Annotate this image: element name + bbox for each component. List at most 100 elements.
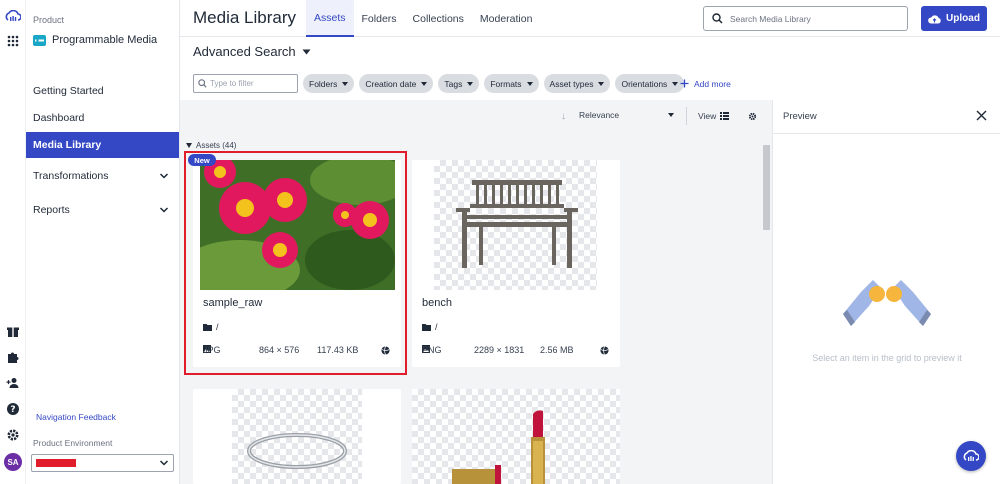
cloud-upload-icon	[928, 14, 941, 23]
preview-empty-text: Select an item in the grid to preview it	[812, 353, 962, 363]
caret-down-icon	[672, 81, 679, 86]
apps-grid-icon[interactable]	[6, 34, 20, 48]
asset-card-bracelet[interactable]	[193, 389, 401, 484]
product-switcher[interactable]: Programmable Media	[33, 34, 157, 46]
asset-thumbnail-lipstick	[412, 389, 620, 484]
sort-label: Relevance	[579, 110, 620, 120]
sidebar-item-label: Reports	[33, 204, 70, 216]
tab-folders[interactable]: Folders	[354, 0, 405, 37]
view-label: View	[698, 111, 717, 121]
gear-icon[interactable]	[6, 428, 20, 442]
caret-down-icon	[342, 81, 349, 86]
filter-input[interactable]	[210, 79, 295, 88]
help-chat-button[interactable]	[956, 441, 986, 471]
filter-chip-formats[interactable]: Formats	[484, 74, 539, 93]
advanced-search-toggle[interactable]: Advanced Search	[193, 44, 311, 59]
upload-label: Upload	[946, 13, 980, 24]
tab-bar: Assets Folders Collections Moderation	[306, 0, 540, 37]
filter-box	[193, 74, 298, 93]
upload-button[interactable]: Upload	[921, 6, 987, 31]
puzzle-icon[interactable]	[6, 350, 20, 364]
sidebar: Product Programmable Media Getting Start…	[26, 0, 180, 484]
caret-down-icon	[302, 49, 311, 54]
caret-down-icon	[421, 81, 428, 86]
sidebar-item-label: Dashboard	[33, 112, 85, 124]
search-input[interactable]	[730, 13, 895, 24]
asset-folder-path: /	[435, 322, 438, 332]
icon-rail: ? SA	[0, 0, 26, 484]
asset-name: bench	[422, 297, 452, 309]
cloudinary-logo-icon	[963, 450, 979, 461]
sidebar-item-label: Media Library	[33, 139, 102, 151]
chip-label: Formats	[490, 78, 522, 89]
gift-icon[interactable]	[6, 324, 20, 338]
sidebar-item-transformations[interactable]: Transformations	[26, 163, 179, 189]
chip-label: Tags	[444, 78, 463, 89]
product-environment-label: Product Environment	[33, 438, 113, 448]
tab-moderation[interactable]: Moderation	[472, 0, 541, 37]
help-icon[interactable]: ?	[6, 402, 20, 416]
caret-down-icon	[467, 81, 474, 86]
grid-scrollbar[interactable]	[762, 135, 771, 484]
cloudinary-logo-icon[interactable]	[5, 10, 21, 22]
chevron-down-icon	[159, 207, 169, 213]
caret-down-icon	[668, 113, 674, 117]
preview-empty-illustration	[843, 280, 931, 326]
sort-bar: ↓ Relevance View	[180, 100, 772, 133]
header: Media Library Assets Folders Collections…	[180, 0, 1000, 37]
navigation-feedback-link[interactable]: Navigation Feedback	[36, 412, 116, 422]
sort-direction-icon[interactable]: ↓	[561, 111, 566, 122]
asset-folder: /	[422, 322, 438, 332]
asset-format: PNG	[422, 345, 442, 355]
chevron-down-icon	[159, 173, 169, 179]
sidebar-item-getting-started[interactable]: Getting Started	[26, 78, 179, 104]
add-more-filters-button[interactable]: Add more	[680, 74, 731, 93]
page-title: Media Library	[193, 8, 296, 27]
assets-count-label: Assets (44)	[196, 141, 237, 150]
filter-chip-asset-types[interactable]: Asset types	[543, 74, 611, 93]
chip-label: Asset types	[549, 78, 594, 89]
advanced-search-label: Advanced Search	[193, 44, 296, 59]
programmable-media-icon	[33, 34, 46, 46]
avatar[interactable]: SA	[4, 453, 22, 471]
assets-section-toggle[interactable]: Assets (44)	[186, 141, 236, 150]
user-add-icon[interactable]	[6, 376, 20, 390]
sidebar-item-media-library[interactable]: Media Library	[26, 132, 179, 158]
add-more-label: Add more	[694, 78, 731, 89]
close-icon[interactable]	[976, 110, 987, 121]
filter-chip-creation-date[interactable]: Creation date	[359, 74, 434, 93]
view-toggle[interactable]: View	[698, 111, 730, 121]
sort-select[interactable]: Relevance	[579, 110, 674, 120]
asset-card-bench[interactable]: bench / PNG 2289 × 1831 2.56 MB	[412, 160, 620, 367]
search-icon	[712, 13, 723, 24]
sidebar-item-dashboard[interactable]: Dashboard	[26, 105, 179, 131]
list-view-icon	[720, 112, 730, 120]
grid-settings-icon[interactable]	[748, 112, 757, 121]
filter-chip-tags[interactable]: Tags	[438, 74, 480, 93]
tab-assets[interactable]: Assets	[306, 0, 354, 37]
scrollbar-thumb[interactable]	[763, 145, 770, 230]
preview-title: Preview	[783, 111, 817, 122]
sidebar-item-label: Getting Started	[33, 85, 104, 97]
filter-chip-folders[interactable]: Folders	[303, 74, 355, 93]
chevron-down-icon	[159, 460, 169, 466]
divider	[686, 107, 687, 125]
sidebar-item-reports[interactable]: Reports	[26, 197, 179, 223]
filter-chips: Folders Creation date Tags Formats Asset…	[303, 74, 685, 93]
search-box	[703, 6, 908, 31]
tab-collections[interactable]: Collections	[405, 0, 472, 37]
product-environment-select[interactable]	[31, 454, 174, 472]
product-label: Product	[33, 15, 65, 25]
chip-label: Orientations	[621, 78, 668, 89]
filter-chip-orientations[interactable]: Orientations	[615, 74, 685, 93]
redacted-environment-name	[36, 459, 76, 467]
chip-label: Creation date	[365, 78, 417, 89]
new-badge: New	[188, 154, 216, 166]
preview-panel: Preview Select an item in the grid to pr…	[772, 100, 1000, 484]
chip-label: Folders	[309, 78, 338, 89]
globe-icon	[600, 346, 609, 355]
plus-icon	[680, 79, 689, 88]
caret-down-icon	[526, 81, 533, 86]
asset-card-lipstick[interactable]	[412, 389, 620, 484]
collapse-triangle-icon	[186, 143, 192, 148]
